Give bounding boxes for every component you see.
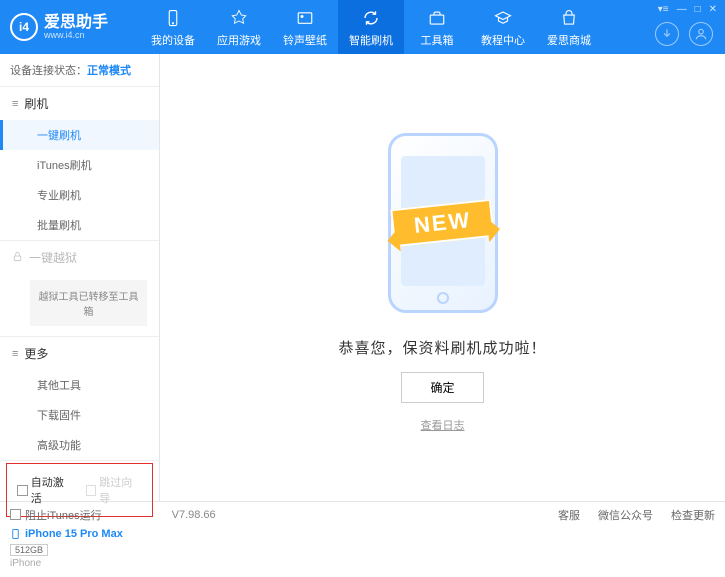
sidebar-item-batch-flash[interactable]: 批量刷机 [0, 210, 159, 240]
download-button[interactable] [655, 22, 679, 46]
logo-icon: i4 [10, 13, 38, 41]
nav-smart-flash[interactable]: 智能刷机 [338, 0, 404, 54]
footer-link-support[interactable]: 客服 [558, 507, 580, 523]
device-storage: 512GB [10, 544, 48, 556]
nav-store[interactable]: 爱思商城 [536, 0, 602, 54]
sidebar-item-itunes-flash[interactable]: iTunes刷机 [0, 150, 159, 180]
bag-icon [558, 7, 580, 29]
app-subtitle: www.i4.cn [44, 31, 108, 40]
apps-icon [228, 7, 250, 29]
checkbox-auto-activate[interactable]: 自动激活 [17, 474, 74, 506]
version-label: V7.98.66 [172, 509, 216, 521]
checkbox-block-itunes[interactable]: 阻止iTunes运行 [10, 507, 102, 523]
ok-button[interactable]: 确定 [401, 372, 483, 403]
sidebar: 设备连接状态：正常模式 ≡ 刷机 一键刷机 iTunes刷机 专业刷机 批量刷机… [0, 54, 160, 501]
user-button[interactable] [689, 22, 713, 46]
success-message: 恭喜您，保资料刷机成功啦！ [338, 337, 546, 358]
view-log-link[interactable]: 查看日志 [421, 417, 465, 433]
expand-icon: ≡ [12, 348, 18, 360]
sidebar-item-other-tools[interactable]: 其他工具 [0, 370, 159, 400]
checkbox-skip-guide: 跳过向导 [86, 474, 143, 506]
nav-ringtone-wallpaper[interactable]: 铃声壁纸 [272, 0, 338, 54]
nav-toolbox[interactable]: 工具箱 [404, 0, 470, 54]
phone-icon [10, 527, 21, 541]
sidebar-item-oneclick-flash[interactable]: 一键刷机 [0, 120, 159, 150]
expand-icon: ≡ [12, 98, 18, 110]
sidebar-section-flash[interactable]: ≡ 刷机 [0, 87, 159, 120]
device-name[interactable]: iPhone 15 Pro Max [10, 527, 149, 541]
nav-apps-games[interactable]: 应用游戏 [206, 0, 272, 54]
nav-my-device[interactable]: 我的设备 [140, 0, 206, 54]
main-content: NEW 恭喜您，保资料刷机成功啦！ 确定 查看日志 [160, 54, 725, 501]
graduation-icon [492, 7, 514, 29]
minimize-icon[interactable]: — [677, 4, 687, 15]
lock-icon [12, 251, 23, 265]
sidebar-item-download-firmware[interactable]: 下载固件 [0, 400, 159, 430]
app-header: i4 爱思助手 www.i4.cn 我的设备 应用游戏 铃声壁纸 智能刷机 工具… [0, 0, 725, 54]
sidebar-item-pro-flash[interactable]: 专业刷机 [0, 180, 159, 210]
sidebar-item-advanced[interactable]: 高级功能 [0, 430, 159, 460]
footer-link-update[interactable]: 检查更新 [671, 507, 715, 523]
app-title: 爱思助手 [44, 15, 108, 31]
refresh-icon [360, 7, 382, 29]
maximize-icon[interactable]: □ [695, 4, 701, 15]
sidebar-section-jailbreak: 一键越狱 [0, 241, 159, 274]
footer-link-wechat[interactable]: 微信公众号 [598, 507, 653, 523]
menu-icon[interactable]: ▾≡ [658, 4, 669, 15]
window-controls: ▾≡ — □ ✕ [658, 4, 717, 15]
sidebar-section-more[interactable]: ≡ 更多 [0, 337, 159, 370]
jailbreak-note: 越狱工具已转移至工具箱 [30, 280, 147, 326]
image-icon [294, 7, 316, 29]
nav-tutorials[interactable]: 教程中心 [470, 0, 536, 54]
success-illustration: NEW [343, 123, 543, 323]
phone-icon [162, 7, 184, 29]
toolbox-icon [426, 7, 448, 29]
device-type: iPhone [10, 558, 149, 569]
top-nav: 我的设备 应用游戏 铃声壁纸 智能刷机 工具箱 教程中心 爱思商城 [140, 0, 602, 54]
device-status: 设备连接状态：正常模式 [0, 54, 159, 87]
app-logo: i4 爱思助手 www.i4.cn [10, 13, 140, 41]
device-info: iPhone 15 Pro Max 512GB iPhone [0, 519, 159, 577]
close-icon[interactable]: ✕ [709, 4, 717, 15]
